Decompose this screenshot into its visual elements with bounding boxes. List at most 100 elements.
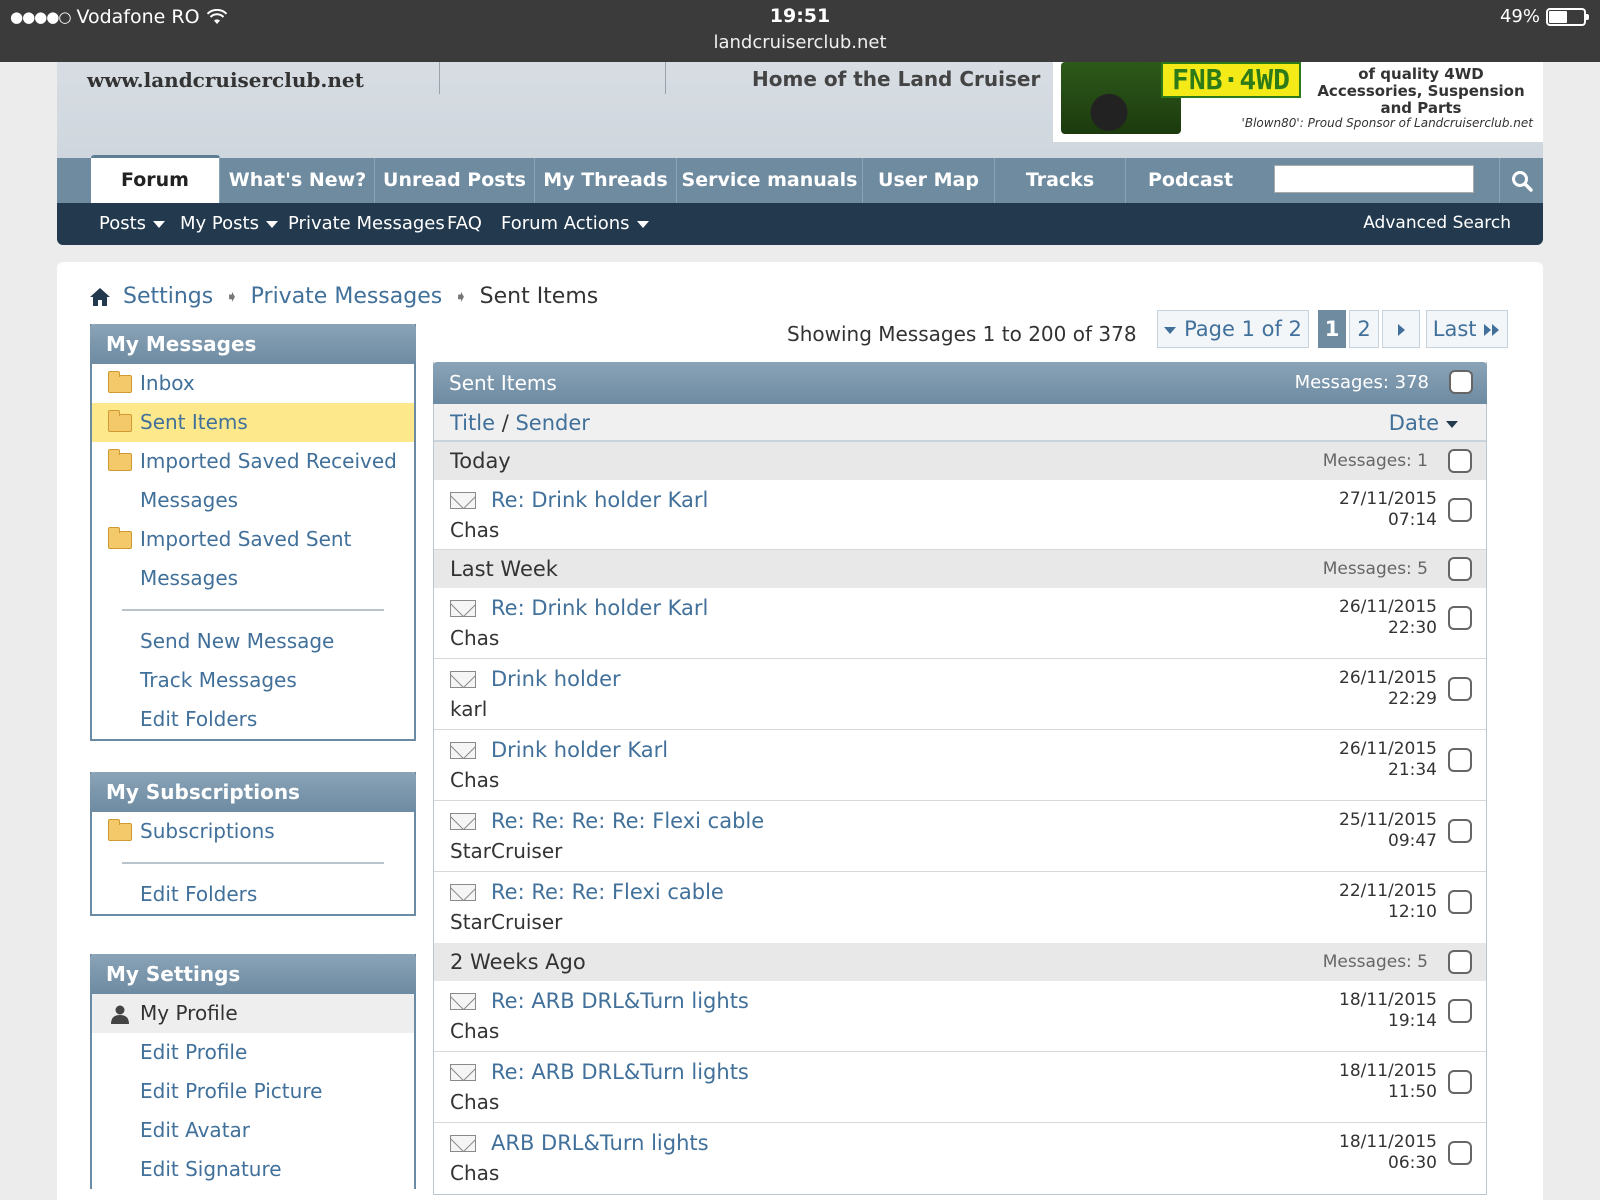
message-list: Sent Items Messages: 378 Title / Sender … — [433, 362, 1487, 1195]
edit-signature-link[interactable]: Edit Signature — [92, 1150, 414, 1189]
last-page-button[interactable]: Last — [1426, 310, 1508, 348]
next-page-button[interactable] — [1382, 310, 1420, 348]
subnav-forum-actions[interactable]: Forum Actions — [501, 213, 649, 234]
tab-my-threads[interactable]: My Threads — [535, 158, 677, 203]
folder-sent-items[interactable]: Sent Items — [92, 403, 414, 442]
subnav-faq[interactable]: FAQ — [447, 213, 482, 234]
message-row[interactable]: Re: ARB DRL&Turn lights Chas 18/11/2015 … — [434, 981, 1486, 1052]
page-2-button[interactable]: 2 — [1349, 310, 1379, 348]
folder-icon — [108, 449, 132, 471]
message-date: 26/11/2015 — [1339, 597, 1437, 617]
message-row[interactable]: Re: Drink holder Karl Chas 27/11/2015 07… — [434, 480, 1486, 550]
message-title[interactable]: Re: Drink holder Karl — [491, 596, 708, 620]
message-checkbox[interactable] — [1448, 677, 1472, 701]
message-row[interactable]: ARB DRL&Turn lights Chas 18/11/2015 06:3… — [434, 1123, 1486, 1194]
breadcrumb: Settings ➧ Private Messages ➧ Sent Items — [89, 284, 598, 309]
message-title[interactable]: Drink holder Karl — [491, 738, 668, 762]
sponsor-logo: FNB·4WD — [1161, 62, 1301, 98]
divider — [92, 598, 414, 622]
search-input[interactable] — [1274, 165, 1474, 193]
message-title[interactable]: Re: Drink holder Karl — [491, 488, 708, 512]
message-sender: StarCruiser — [450, 839, 563, 863]
message-title[interactable]: Re: Re: Re: Re: Flexi cable — [491, 809, 764, 833]
search-button[interactable] — [1499, 158, 1543, 203]
sponsor-ad[interactable]: FNB·4WD of quality 4WD Accessories, Susp… — [1053, 62, 1543, 142]
home-icon[interactable] — [89, 287, 111, 307]
folder-imported-saved-received-cont[interactable]: Messages — [92, 481, 414, 520]
battery-percent: 49% — [1499, 6, 1540, 27]
edit-avatar-link[interactable]: Edit Avatar — [92, 1111, 414, 1150]
tab-unread-posts[interactable]: Unread Posts — [375, 158, 535, 203]
list-total-count: Messages: 378 — [1294, 372, 1429, 393]
page-1-button[interactable]: 1 — [1318, 310, 1346, 348]
folder-inbox[interactable]: Inbox — [92, 364, 414, 403]
message-row[interactable]: Drink holder karl 26/11/2015 22:29 — [434, 659, 1486, 730]
my-messages-block: My Messages Inbox Sent Items Imported Sa… — [90, 324, 416, 741]
message-title[interactable]: Drink holder — [491, 667, 621, 691]
message-time: 19:14 — [1388, 1011, 1437, 1031]
breadcrumb-private-messages[interactable]: Private Messages — [251, 284, 443, 309]
message-checkbox[interactable] — [1448, 748, 1472, 772]
message-checkbox[interactable] — [1448, 606, 1472, 630]
dropdown-caret-icon — [636, 220, 649, 228]
message-date: 26/11/2015 — [1339, 668, 1437, 688]
edit-folders-link[interactable]: Edit Folders — [92, 700, 414, 739]
advanced-search-link[interactable]: Advanced Search — [1363, 213, 1511, 233]
message-row[interactable]: Re: ARB DRL&Turn lights Chas 18/11/2015 … — [434, 1052, 1486, 1123]
message-title[interactable]: Re: Re: Re: Flexi cable — [491, 880, 724, 904]
message-title[interactable]: ARB DRL&Turn lights — [491, 1131, 709, 1155]
message-checkbox[interactable] — [1448, 498, 1472, 522]
group-select-checkbox[interactable] — [1448, 950, 1472, 974]
message-title[interactable]: Re: ARB DRL&Turn lights — [491, 989, 749, 1013]
message-checkbox[interactable] — [1448, 890, 1472, 914]
site-url-logo[interactable]: www.landcruiserclub.net — [87, 68, 364, 92]
my-subscriptions-heading: My Subscriptions — [90, 772, 416, 812]
main-nav: Forum What's New? Unread Posts My Thread… — [57, 155, 1543, 203]
tab-service-manuals[interactable]: Service manuals — [677, 158, 863, 203]
message-row[interactable]: Re: Re: Re: Flexi cable StarCruiser 22/1… — [434, 872, 1486, 943]
envelope-icon — [450, 1135, 476, 1152]
message-checkbox[interactable] — [1448, 1141, 1472, 1165]
edit-profile-picture-link[interactable]: Edit Profile Picture — [92, 1072, 414, 1111]
track-messages-link[interactable]: Track Messages — [92, 661, 414, 700]
select-all-checkbox[interactable] — [1449, 370, 1473, 394]
message-time: 07:14 — [1388, 510, 1437, 530]
message-checkbox[interactable] — [1448, 1070, 1472, 1094]
subnav-private-messages[interactable]: Private Messages — [288, 213, 445, 234]
breadcrumb-arrow-icon: ➧ — [454, 287, 468, 306]
folder-imported-saved-received[interactable]: Imported Saved Received — [92, 442, 414, 481]
breadcrumb-arrow-icon: ➧ — [225, 287, 239, 306]
message-checkbox[interactable] — [1448, 819, 1472, 843]
message-row[interactable]: Drink holder Karl Chas 26/11/2015 21:34 — [434, 730, 1486, 801]
folder-subscriptions[interactable]: Subscriptions — [92, 812, 414, 851]
breadcrumb-settings[interactable]: Settings — [123, 284, 213, 309]
send-new-message-link[interactable]: Send New Message — [92, 622, 414, 661]
message-checkbox[interactable] — [1448, 999, 1472, 1023]
sort-by-title[interactable]: Title — [450, 411, 495, 435]
folder-imported-saved-sent-cont[interactable]: Messages — [92, 559, 414, 598]
message-row[interactable]: Re: Re: Re: Re: Flexi cable StarCruiser … — [434, 801, 1486, 872]
tab-user-map[interactable]: User Map — [863, 158, 995, 203]
group-select-checkbox[interactable] — [1448, 449, 1472, 473]
message-title[interactable]: Re: ARB DRL&Turn lights — [491, 1060, 749, 1084]
sort-by-date[interactable]: Date — [1389, 404, 1458, 442]
tab-podcasts[interactable]: Podcasts — [1126, 158, 1234, 203]
edit-subscription-folders-link[interactable]: Edit Folders — [92, 875, 414, 914]
group-select-checkbox[interactable] — [1448, 557, 1472, 581]
tab-forum[interactable]: Forum — [91, 155, 220, 203]
tab-tracks[interactable]: Tracks — [995, 158, 1126, 203]
subnav-my-posts[interactable]: My Posts — [180, 213, 278, 234]
sort-by-sender[interactable]: Sender — [515, 411, 589, 435]
message-time: 22:30 — [1388, 618, 1437, 638]
site-tagline: Home of the Land Cruiser — [752, 67, 1041, 91]
my-profile-item[interactable]: My Profile — [92, 994, 414, 1033]
folder-imported-saved-sent[interactable]: Imported Saved Sent — [92, 520, 414, 559]
tab-whats-new[interactable]: What's New? — [221, 158, 375, 203]
subnav-posts[interactable]: Posts — [99, 213, 166, 234]
message-time: 09:47 — [1388, 831, 1437, 851]
battery-status: 49% — [1499, 6, 1589, 27]
message-row[interactable]: Re: Drink holder Karl Chas 26/11/2015 22… — [434, 588, 1486, 659]
edit-profile-link[interactable]: Edit Profile — [92, 1033, 414, 1072]
address-bar[interactable]: landcruiserclub.net — [0, 32, 1600, 53]
page-jump-dropdown[interactable]: Page 1 of 2 — [1157, 310, 1309, 348]
